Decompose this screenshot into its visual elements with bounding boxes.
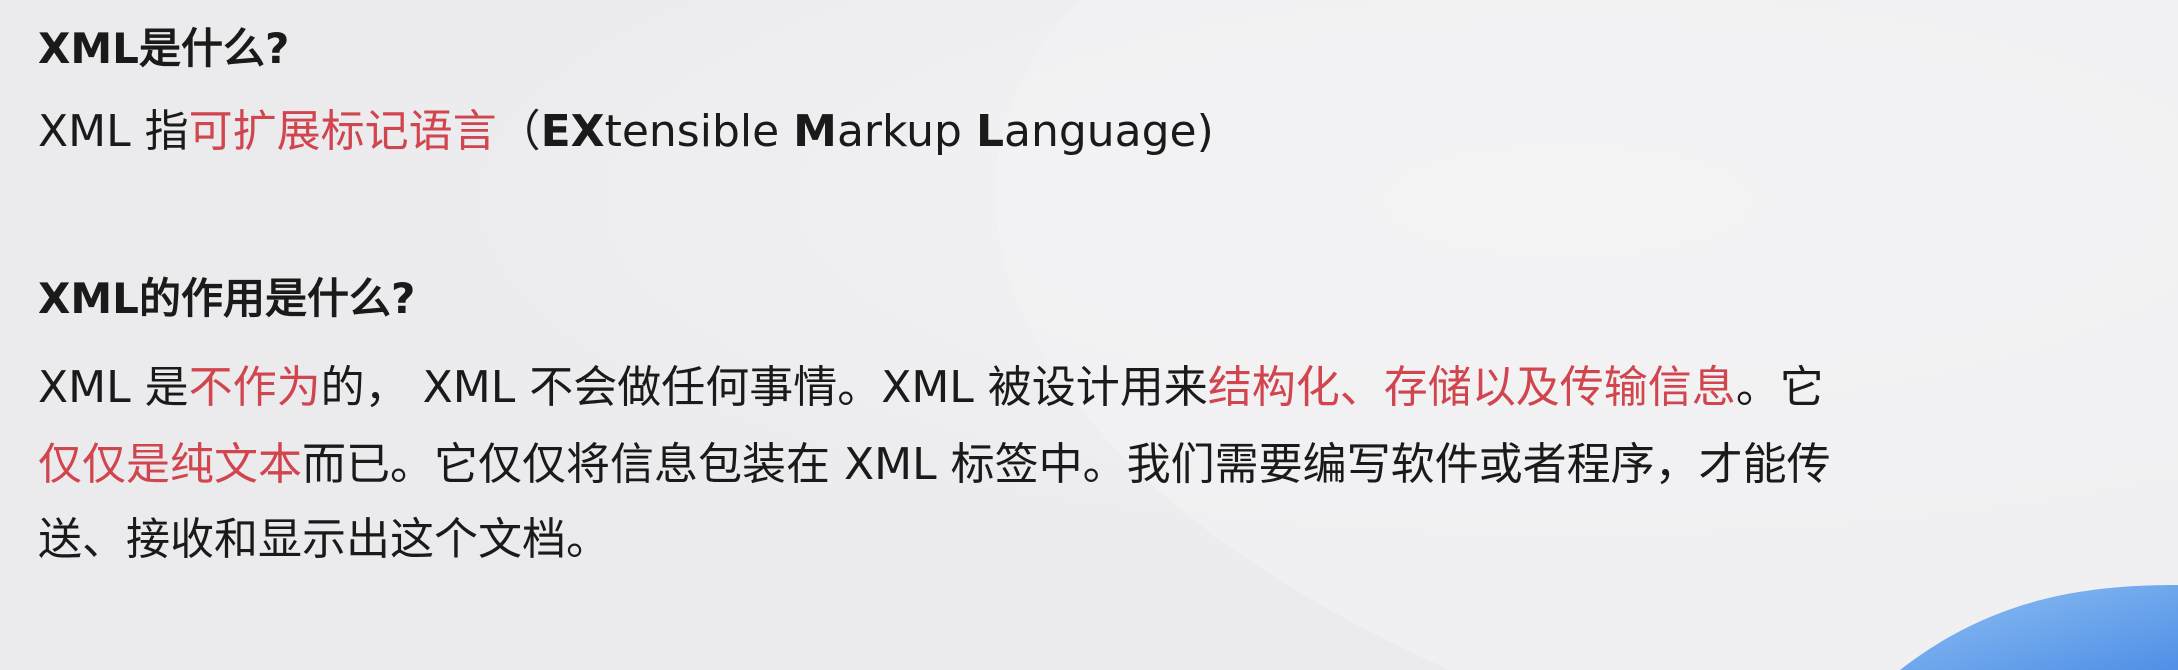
background-decoration xyxy=(0,0,2178,670)
p2-b: 而已。它仅仅将信息包装在 XML 标签中。我们需要编写软件或者程序，才能传 xyxy=(302,439,1831,490)
l-rest: anguage) xyxy=(1004,106,1214,157)
section2-title: XML的作用是什么? xyxy=(38,274,416,323)
l-bold: L xyxy=(975,106,1004,157)
p1-a: XML 是 xyxy=(38,362,189,413)
p2-a: 仅仅是纯文本 xyxy=(38,439,302,490)
p1-b: 不作为 xyxy=(188,362,321,413)
ex-rest: tensible xyxy=(604,106,794,157)
ex-bold: EX xyxy=(540,106,605,157)
p3-a: 送、接收和显示出这个文档。 xyxy=(38,514,610,565)
section1-title: XML是什么? xyxy=(38,24,290,73)
p1-c: 的， XML 不会做任何事情。XML 被设计用来 xyxy=(320,362,1208,413)
p1-d: 结构化、存储以及传输信息 xyxy=(1207,362,1736,413)
paren-open: （ xyxy=(496,106,541,157)
p1-e: 。它 xyxy=(1735,362,1824,413)
m-rest: arkup xyxy=(836,106,976,157)
m-bold: M xyxy=(793,106,837,157)
section2-line-3: 送、接收和显示出这个文档。 xyxy=(38,518,610,562)
section2-line-2: 仅仅是纯文本而已。它仅仅将信息包装在 XML 标签中。我们需要编写软件或者程序，… xyxy=(38,443,1831,487)
blue-corner-shape xyxy=(1900,585,2178,670)
definition-highlight: 可扩展标记语言 xyxy=(188,106,497,157)
section2-line-1: XML 是不作为的， XML 不会做任何事情。XML 被设计用来结构化、存储以及… xyxy=(38,366,1824,410)
definition-prefix: XML 指 xyxy=(38,106,189,157)
section1-definition: XML 指可扩展标记语言（EXtensible Markup Language) xyxy=(38,110,1214,154)
